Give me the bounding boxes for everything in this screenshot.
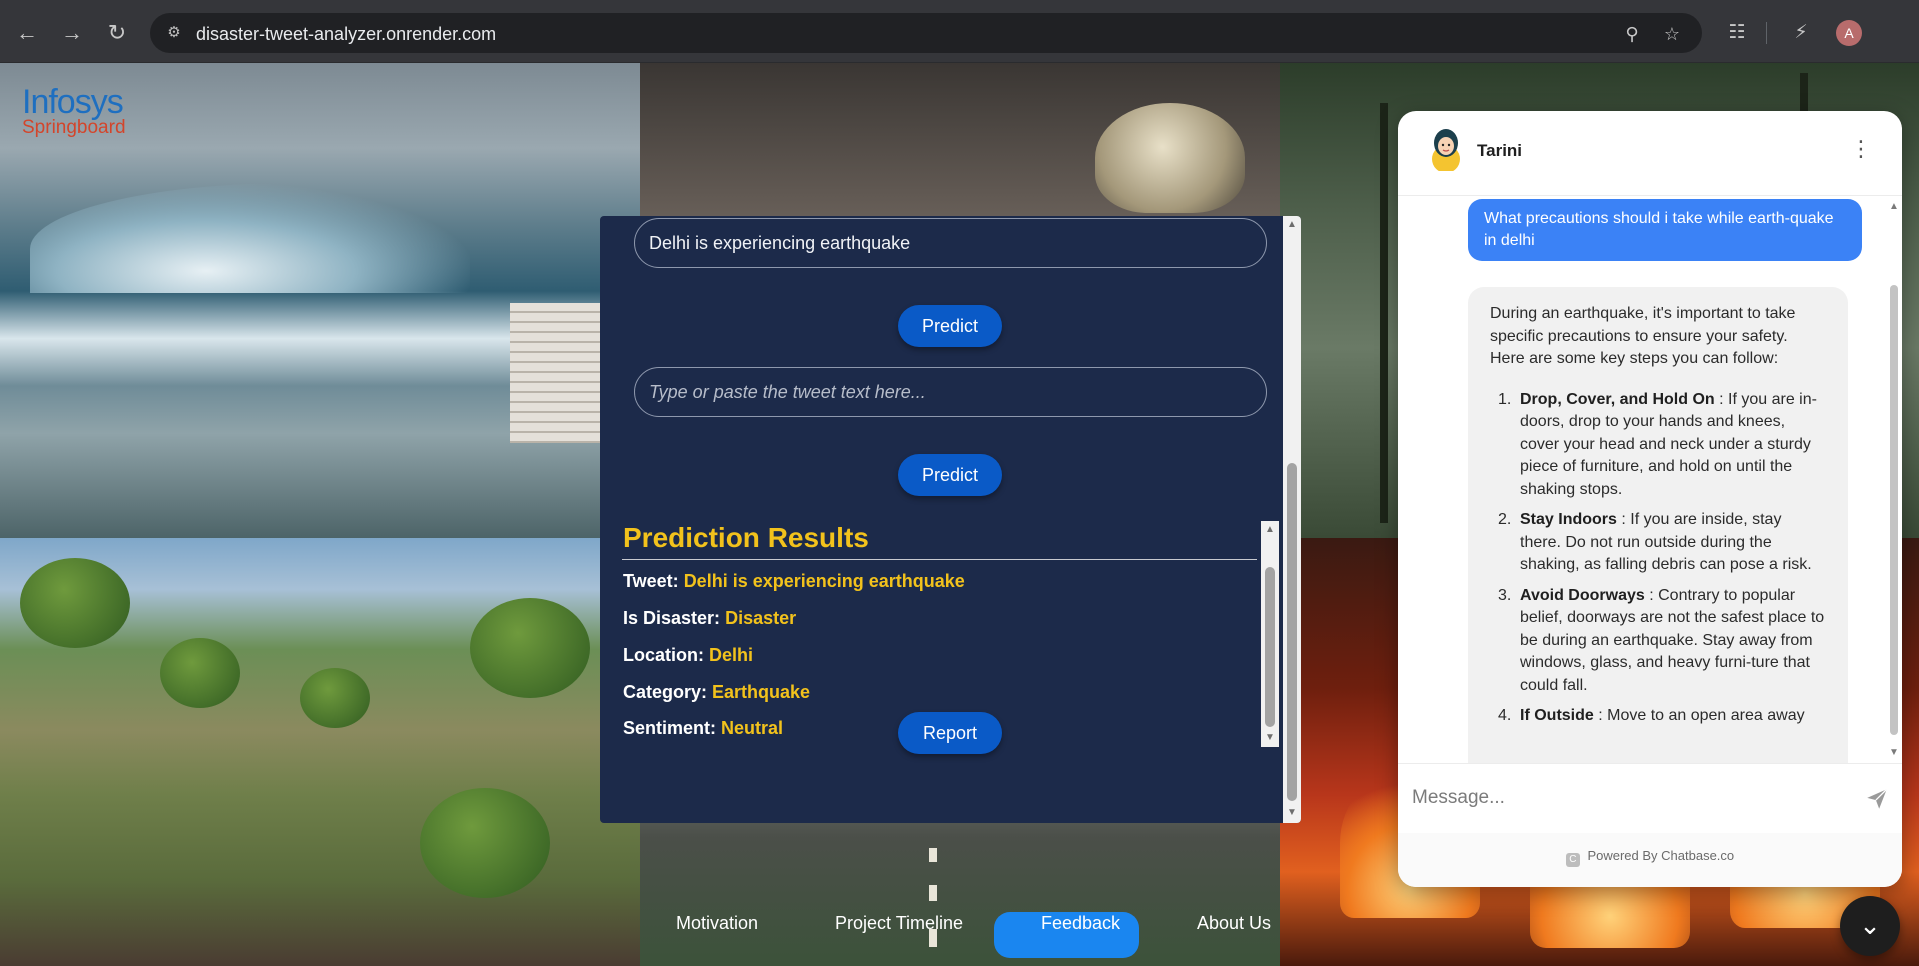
chat-scrollbar[interactable]: ▲ ▼ — [1886, 197, 1902, 763]
message-input[interactable] — [1412, 778, 1822, 818]
chat-composer — [1398, 763, 1902, 833]
scrollbar-thumb[interactable] — [1287, 463, 1297, 801]
results-divider — [622, 559, 1257, 560]
chat-header: Tarini ⋮ — [1398, 111, 1902, 196]
results-title: Prediction Results — [623, 522, 869, 553]
bookmark-star-icon[interactable]: ☆ — [1660, 22, 1684, 46]
road-marking — [929, 885, 937, 901]
site-settings-icon[interactable]: ⚙ — [164, 23, 184, 43]
nav-about-us[interactable]: About Us — [1197, 913, 1271, 934]
list-item: 2. Stay Indoors : If you are inside, sta… — [1498, 511, 1812, 573]
infosys-springboard-logo: Infosys Springboard — [22, 83, 126, 138]
palm-trunk — [1380, 103, 1388, 523]
scroll-up-arrow-icon[interactable]: ▲ — [1286, 219, 1298, 231]
list-item: 4. If Outside : Move to an open area awa… — [1498, 707, 1805, 724]
tweet-input-empty[interactable] — [634, 367, 1267, 417]
powered-by-footer: C Powered By Chatbase.co — [1398, 833, 1902, 887]
scroll-down-arrow-icon[interactable]: ▼ — [1888, 747, 1900, 759]
road-marking — [929, 848, 937, 862]
scroll-down-arrow-icon[interactable]: ▼ — [1286, 807, 1298, 819]
tree — [160, 638, 240, 708]
scrollbar-thumb[interactable] — [1890, 285, 1898, 735]
nav-project-timeline[interactable]: Project Timeline — [835, 913, 963, 934]
back-icon[interactable]: ← — [12, 18, 42, 48]
results-scrollbar[interactable]: ▲ ▼ — [1261, 521, 1279, 747]
firefighter-helmet — [1095, 103, 1245, 213]
tree — [20, 558, 130, 648]
bot-message-intro: During an earthquake, it's important to … — [1490, 305, 1796, 367]
extensions-icon[interactable]: ☷ — [1724, 20, 1750, 46]
predict-button[interactable]: Predict — [898, 305, 1002, 347]
panel-scrollbar[interactable]: ▲ ▼ — [1283, 216, 1301, 823]
reload-icon[interactable]: ↻ — [102, 18, 132, 48]
browser-toolbar: ← → ↻ ⚙ disaster-tweet-analyzer.onrender… — [0, 0, 1919, 63]
prediction-panel: Predict Predict Prediction Results Tweet… — [600, 216, 1301, 823]
powered-by-text[interactable]: Powered By Chatbase.co — [1587, 848, 1734, 863]
tree — [420, 788, 550, 898]
profile-avatar[interactable]: A — [1836, 20, 1862, 46]
address-bar[interactable]: ⚙ disaster-tweet-analyzer.onrender.com ⚲… — [150, 13, 1702, 53]
bot-name: Tarini — [1477, 141, 1523, 160]
scrollbar-thumb[interactable] — [1265, 567, 1275, 727]
toolbar-divider — [1766, 22, 1767, 44]
result-row-tweet: Tweet: Delhi is experiencing earthquake — [623, 571, 965, 591]
wave-crest — [30, 183, 470, 293]
scroll-up-arrow-icon[interactable]: ▲ — [1888, 201, 1900, 213]
list-item: 1. Drop, Cover, and Hold On : If you are… — [1498, 390, 1817, 498]
performance-icon[interactable]: ⚡ — [1788, 20, 1814, 46]
precaution-list: 1. Drop, Cover, and Hold On : If you are… — [1490, 389, 1826, 728]
chatbase-logo-icon: C — [1565, 853, 1580, 867]
bot-avatar-icon — [1432, 129, 1460, 171]
zoom-icon[interactable]: ⚲ — [1620, 22, 1644, 46]
send-icon[interactable] — [1864, 786, 1890, 812]
url-text[interactable]: disaster-tweet-analyzer.onrender.com — [196, 24, 496, 45]
nav-motivation[interactable]: Motivation — [676, 913, 758, 934]
result-row-category: Category: Earthquake — [623, 682, 811, 702]
forward-icon[interactable]: → — [57, 18, 87, 48]
scroll-down-arrow-icon[interactable]: ▼ — [1264, 732, 1276, 744]
nav-feedback[interactable]: Feedback — [1041, 913, 1120, 934]
result-row-is-disaster: Is Disaster: Disaster — [623, 608, 797, 628]
report-button[interactable]: Report — [898, 712, 1002, 754]
result-row-location: Location: Delhi — [623, 645, 754, 665]
tree — [470, 598, 590, 698]
page-content: Infosys Springboard Motivation Project T… — [0, 63, 1919, 966]
list-item: 3. Avoid Doorways : Contrary to popular … — [1498, 586, 1825, 694]
chat-messages: What precautions should i take while ear… — [1398, 197, 1902, 763]
scroll-up-arrow-icon[interactable]: ▲ — [1264, 524, 1276, 536]
more-options-icon[interactable]: ⋮ — [1850, 133, 1872, 165]
result-row-sentiment: Sentiment: Neutral — [623, 718, 784, 738]
tweet-input[interactable] — [634, 218, 1267, 268]
bot-message: During an earthquake, it's important to … — [1468, 287, 1848, 763]
tree — [300, 668, 370, 728]
chat-toggle-button[interactable]: ⌄ — [1840, 896, 1900, 956]
user-message: What precautions should i take while ear… — [1468, 199, 1862, 261]
flood-image — [0, 538, 640, 966]
chatbot-window: Tarini ⋮ What precautions should i take … — [1398, 111, 1902, 887]
predict-button[interactable]: Predict — [898, 454, 1002, 496]
